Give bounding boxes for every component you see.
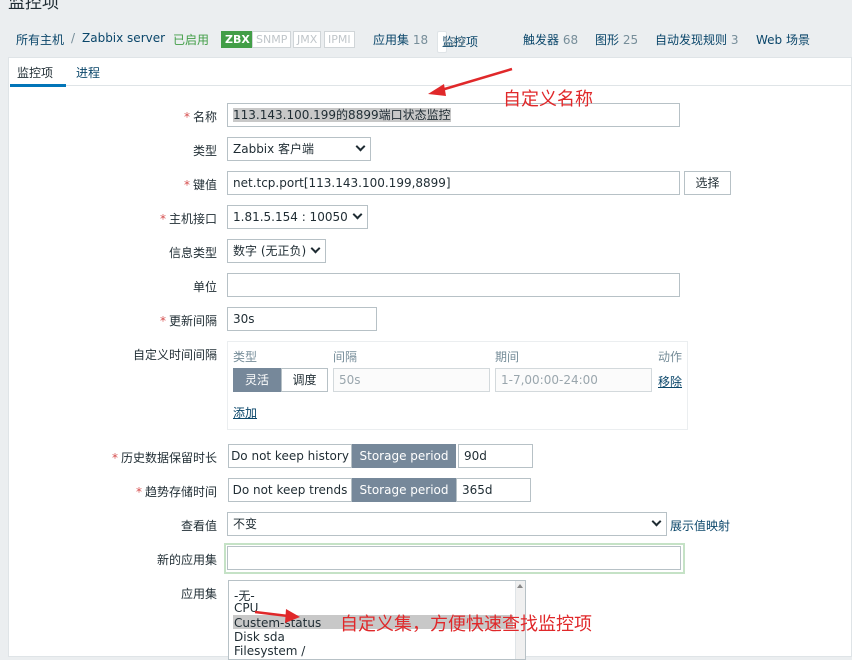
name-arrow-head: [428, 84, 446, 96]
app-arrow-head: [285, 609, 300, 623]
name-arrow-line: [437, 67, 513, 93]
annotation-name-note: 自定义名称: [503, 89, 593, 110]
annotation-app-note: 自定义集，方便快速查找监控项: [340, 614, 592, 635]
annotation-arrows: [254, 67, 513, 623]
app-arrow-line: [254, 610, 289, 618]
